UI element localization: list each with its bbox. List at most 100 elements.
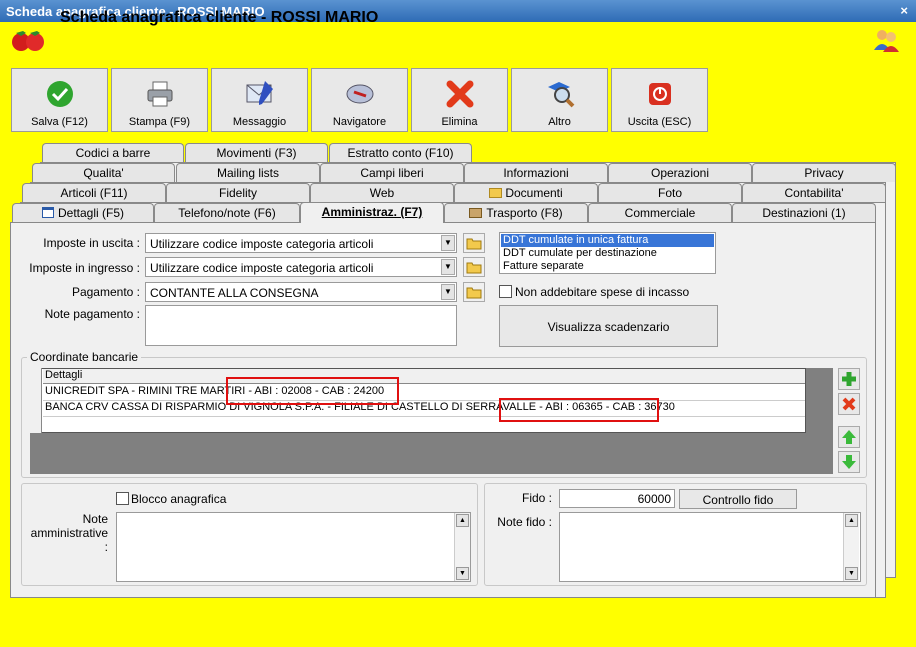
imposte-ingresso-select[interactable]: Utilizzare codice imposte categoria arti… <box>145 257 457 277</box>
page-title: Scheda anagrafica cliente - ROSSI MARIO <box>60 9 379 26</box>
magnifier-icon <box>548 82 575 108</box>
folder-button[interactable] <box>463 282 485 302</box>
note-pagamento-label: Note pagamento : <box>44 307 140 321</box>
fido-field[interactable]: 60000 <box>559 489 675 508</box>
tab-documenti-label: Documenti <box>505 186 563 200</box>
tab-informazioni[interactable]: Informazioni <box>464 163 608 182</box>
navigatore-label: Navigatore <box>332 116 387 128</box>
tab-privacy[interactable]: Privacy <box>752 163 896 182</box>
folder-button[interactable] <box>463 233 485 253</box>
window-icon <box>41 207 54 218</box>
ddt-option[interactable]: Fatture separate <box>501 260 714 273</box>
highlight-box <box>499 398 659 422</box>
delete-row-button[interactable] <box>838 393 860 415</box>
delete-icon <box>446 80 474 108</box>
tab-operazioni[interactable]: Operazioni <box>608 163 752 182</box>
tab-articoli[interactable]: Articoli (F11) <box>22 183 166 202</box>
stampa-label: Stampa (F9) <box>128 116 191 128</box>
controllo-fido-button[interactable]: Controllo fido <box>679 489 797 509</box>
header <box>0 22 916 60</box>
elimina-button[interactable]: Elimina <box>411 68 508 132</box>
table-row[interactable]: UNICREDIT SPA - RIMINI TRE MARTIRI - ABI… <box>43 385 805 401</box>
visualizza-scadenzario-button[interactable]: Visualizza scadenzario <box>499 305 718 347</box>
tab-telefono-note[interactable]: Telefono/note (F6) <box>154 203 300 222</box>
column-header-dettagli[interactable]: Dettagli <box>43 369 805 384</box>
tab-movimenti[interactable]: Movimenti (F3) <box>185 143 328 162</box>
tab-dettagli[interactable]: Dettagli (F5) <box>12 203 154 222</box>
truck-icon <box>469 208 483 218</box>
plus-icon <box>842 372 856 386</box>
table-row[interactable]: BANCA CRV CASSA DI RISPARMIO DI VIGNOLA … <box>43 401 805 417</box>
pagamento-select[interactable]: CONTANTE ALLA CONSEGNA ▼ <box>145 282 457 302</box>
non-addebitare-label: Non addebitare spese di incasso <box>515 285 690 299</box>
imposte-uscita-value: Utilizzare codice imposte categoria arti… <box>150 237 374 251</box>
non-addebitare-checkbox[interactable] <box>499 285 512 298</box>
uscita-label: Uscita (ESC) <box>627 116 692 128</box>
scrollbar[interactable]: ▲ ▼ <box>454 513 470 581</box>
scroll-down-icon[interactable]: ▼ <box>845 567 858 580</box>
chevron-down-icon: ▼ <box>441 284 455 300</box>
tab-documenti[interactable]: Documenti <box>454 183 598 202</box>
delete-icon <box>842 397 856 411</box>
arrow-down-icon <box>842 455 856 469</box>
imposte-ingresso-label: Imposte in ingresso : <box>29 261 140 275</box>
ddt-option-selected[interactable]: DDT cumulate in unica fattura <box>501 234 714 247</box>
highlight-box <box>226 377 399 405</box>
note-fido-label: Note fido : <box>497 515 552 529</box>
tab-campi-liberi[interactable]: Campi liberi <box>320 163 464 182</box>
blocco-anagrafica-label: Blocco anagrafica <box>131 492 227 506</box>
tab-commerciale[interactable]: Commerciale <box>588 203 732 222</box>
elimina-label: Elimina <box>441 116 478 128</box>
folder-icon <box>489 188 503 198</box>
close-button[interactable]: × <box>900 3 908 18</box>
move-down-button[interactable] <box>838 451 860 473</box>
note-pagamento-field[interactable] <box>145 305 457 346</box>
tab-trasporto[interactable]: Trasporto (F8) <box>444 203 588 222</box>
pagamento-value: CONTANTE ALLA CONSEGNA <box>150 286 319 300</box>
tab-destinazioni[interactable]: Destinazioni (1) <box>732 203 876 222</box>
scroll-up-icon[interactable]: ▲ <box>456 514 469 527</box>
tab-contabilita[interactable]: Contabilita' <box>742 183 886 202</box>
tab-qualita[interactable]: Qualita' <box>32 163 175 182</box>
ddt-option[interactable]: DDT cumulate per destinazione <box>501 247 714 260</box>
folder-icon <box>466 238 482 250</box>
users-icon[interactable] <box>873 28 899 55</box>
coordinate-bancarie-label: Coordinate bancarie <box>27 350 142 364</box>
tab-amministraz[interactable]: Amministraz. (F7) <box>300 202 444 223</box>
strawberry-icon <box>10 28 48 55</box>
add-row-button[interactable] <box>838 368 860 390</box>
salva-button[interactable]: Salva (F12) <box>11 68 108 132</box>
folder-button[interactable] <box>463 257 485 277</box>
pagamento-label: Pagamento : <box>71 285 140 299</box>
altro-label: Altro <box>548 116 571 128</box>
uscita-button[interactable]: Uscita (ESC) <box>611 68 708 132</box>
move-up-button[interactable] <box>838 426 860 448</box>
altro-button[interactable]: Altro <box>511 68 608 132</box>
tab-codici-barre[interactable]: Codici a barre <box>42 143 184 162</box>
tab-estratto-conto[interactable]: Estratto conto (F10) <box>329 143 472 162</box>
folder-icon <box>466 287 482 299</box>
message-icon <box>246 81 273 105</box>
scroll-up-icon[interactable]: ▲ <box>845 514 858 527</box>
imposte-uscita-select[interactable]: Utilizzare codice imposte categoria arti… <box>145 233 457 253</box>
ddt-listbox[interactable]: DDT cumulate in unica fattura DDT cumula… <box>499 232 716 274</box>
scroll-down-icon[interactable]: ▼ <box>456 567 469 580</box>
navigatore-button[interactable]: Navigatore <box>311 68 408 132</box>
stampa-button[interactable]: Stampa (F9) <box>111 68 208 132</box>
exit-icon <box>649 83 671 105</box>
blocco-anagrafica-checkbox[interactable] <box>116 492 129 505</box>
imposte-uscita-label: Imposte in uscita : <box>43 236 140 250</box>
tab-foto[interactable]: Foto <box>598 183 742 202</box>
tab-web[interactable]: Web <box>310 183 454 202</box>
note-fido-field[interactable] <box>559 512 861 582</box>
note-amministrative-field[interactable] <box>116 512 471 582</box>
messaggio-button[interactable]: Messaggio <box>211 68 308 132</box>
printer-icon <box>147 81 173 107</box>
tab-dettagli-label: Dettagli (F5) <box>57 206 125 220</box>
tab-trasporto-label: Trasporto (F8) <box>486 206 563 220</box>
scrollbar[interactable]: ▲ ▼ <box>843 513 859 581</box>
arrow-up-icon <box>842 430 856 444</box>
row-indicator <box>30 368 42 433</box>
tab-mailing-lists[interactable]: Mailing lists <box>176 163 320 182</box>
tab-fidelity[interactable]: Fidelity <box>166 183 310 202</box>
